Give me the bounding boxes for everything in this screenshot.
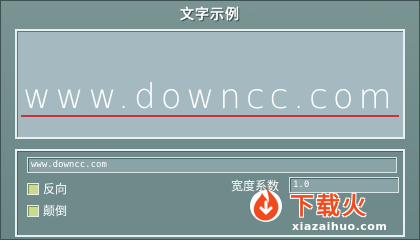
preview-baseline	[21, 115, 399, 117]
flip-checkbox[interactable]	[27, 204, 39, 217]
watermark-domain: xiazaihuo.com	[292, 220, 388, 233]
flip-option[interactable]: 颠倒	[27, 202, 67, 219]
window-title: 文字示例	[180, 7, 240, 23]
preview-text: www.downcc.com	[23, 77, 397, 117]
watermark: 下载火 xiazaihuo.com	[244, 184, 416, 238]
text-preview-panel: www.downcc.com	[15, 29, 405, 139]
flip-label: 颠倒	[43, 204, 68, 218]
watermark-brand: 下载火	[290, 192, 368, 220]
flame-logo-icon	[250, 188, 282, 222]
text-input[interactable]: www.downcc.com	[27, 157, 397, 173]
reverse-checkbox[interactable]	[27, 182, 39, 195]
title-bar: 文字示例	[1, 1, 419, 27]
reverse-label: 反向	[43, 182, 68, 196]
reverse-option[interactable]: 反向	[27, 180, 67, 197]
